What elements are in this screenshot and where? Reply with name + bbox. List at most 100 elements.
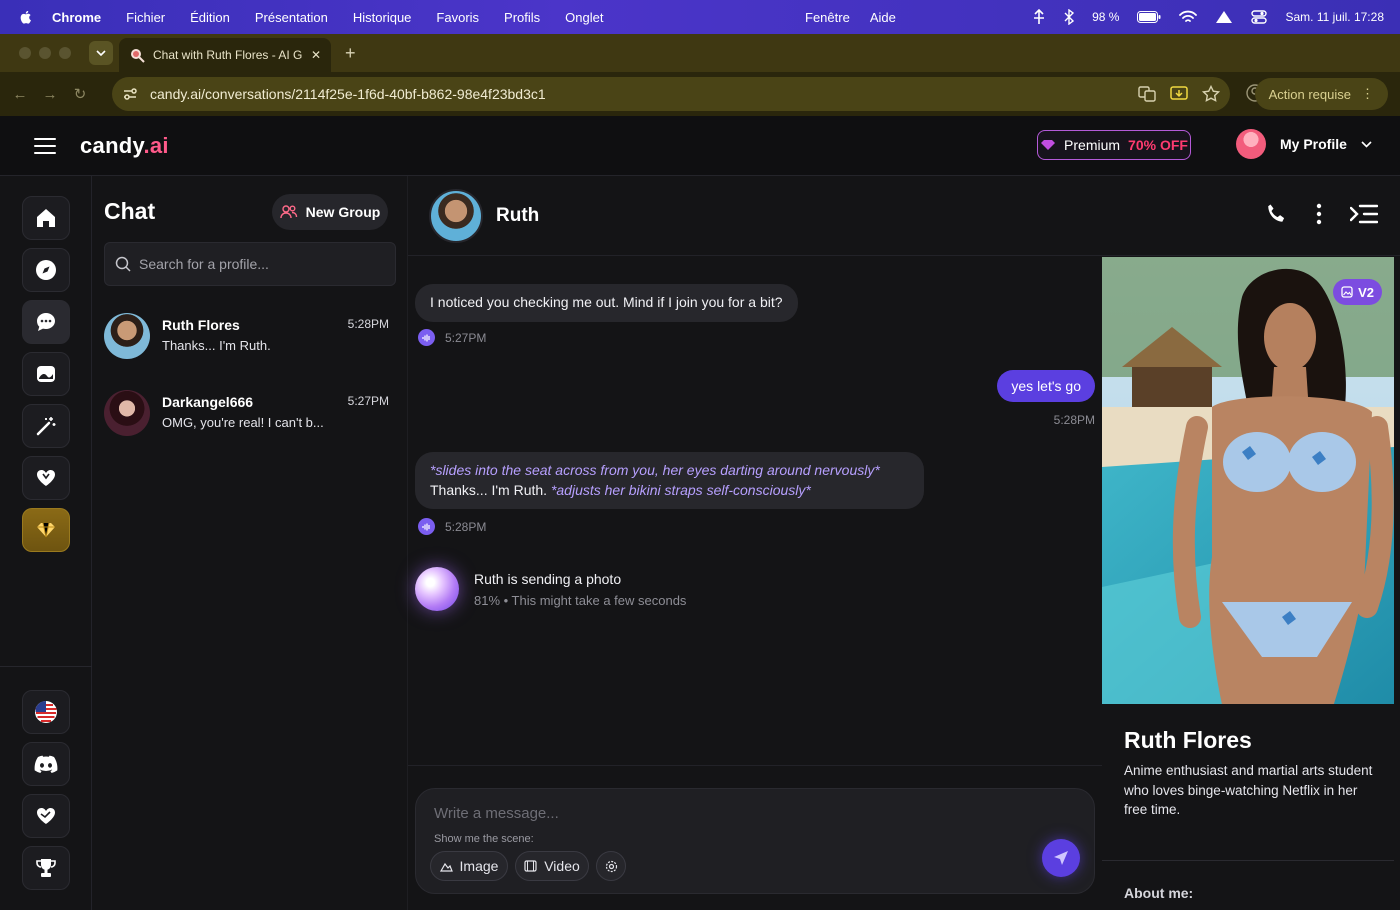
chat-main: Ruth I noticed you checking me out. Mind… xyxy=(408,176,1400,910)
menu-onglet[interactable]: Onglet xyxy=(565,10,603,25)
play-voice-icon[interactable] xyxy=(418,329,435,346)
handshake-heart-icon xyxy=(37,808,55,824)
message-time: 5:28PM xyxy=(1053,413,1095,427)
control-center-icon[interactable] xyxy=(1251,10,1268,24)
menubar-clock[interactable]: Sam. 11 juil. 17:28 xyxy=(1285,10,1384,24)
new-tab-button[interactable]: + xyxy=(345,43,356,64)
send-icon xyxy=(1054,851,1068,865)
message-text: Thanks... I'm Ruth. xyxy=(430,481,548,498)
candy-logo[interactable]: candy.ai xyxy=(80,133,169,159)
menu-fenetre[interactable]: Fenêtre xyxy=(805,10,850,25)
close-window-icon[interactable] xyxy=(19,47,31,59)
nav-explore[interactable] xyxy=(22,248,70,292)
nav-leaderboard[interactable] xyxy=(22,846,70,890)
menu-chrome[interactable]: Chrome xyxy=(52,10,101,25)
battery-icon[interactable] xyxy=(1137,11,1161,23)
new-group-label: New Group xyxy=(305,204,381,220)
message-input[interactable]: Write a message... xyxy=(434,805,559,822)
my-profile-label: My Profile xyxy=(1280,136,1347,152)
contact-avatar[interactable] xyxy=(429,188,483,243)
back-icon[interactable]: ← xyxy=(10,84,30,104)
send-button[interactable] xyxy=(1042,839,1080,877)
menu-fichier[interactable]: Fichier xyxy=(126,10,165,25)
gem-icon xyxy=(1041,140,1056,150)
address-bar[interactable]: candy.ai/conversations/2114f25e-1f6d-40b… xyxy=(112,77,1230,111)
image-icon xyxy=(1341,286,1353,298)
favicon-icon xyxy=(131,49,145,63)
new-group-button[interactable]: New Group xyxy=(272,194,388,230)
conversation-preview: Thanks... I'm Ruth. xyxy=(162,338,271,353)
window-controls[interactable] xyxy=(19,47,71,59)
reload-icon[interactable]: ↻ xyxy=(70,84,90,104)
wifi-icon[interactable] xyxy=(1179,10,1198,24)
translate-icon[interactable] xyxy=(1138,85,1156,103)
search-icon xyxy=(115,256,131,272)
action-required-button[interactable]: Action requise ⋮ xyxy=(1254,78,1388,110)
message-bubble-user[interactable]: yes let's go xyxy=(997,370,1095,402)
message-bubble-ai[interactable]: I noticed you checking me out. Mind if I… xyxy=(415,284,798,322)
macos-menubar: Chrome Fichier Édition Présentation Hist… xyxy=(0,0,1400,34)
beach-portrait-image xyxy=(1102,257,1394,704)
nav-chat[interactable] xyxy=(22,300,70,344)
site-settings-icon[interactable] xyxy=(122,86,138,102)
tab-title: Chat with Ruth Flores - AI Girlfriend xyxy=(153,48,303,62)
nav-gallery[interactable] xyxy=(22,352,70,396)
chevron-down-icon xyxy=(96,50,106,56)
airdrop-icon[interactable] xyxy=(1215,10,1233,24)
play-voice-icon[interactable] xyxy=(418,518,435,535)
battery-percent: 98 % xyxy=(1092,10,1120,24)
profile-divider xyxy=(1102,860,1394,861)
nav-home[interactable] xyxy=(22,196,70,240)
hamburger-menu-icon[interactable] xyxy=(34,133,56,159)
conversation-preview: OMG, you're real! I can't b... xyxy=(162,415,324,430)
forward-icon[interactable]: → xyxy=(40,84,60,104)
scene-settings-button[interactable] xyxy=(596,851,626,881)
install-app-icon[interactable] xyxy=(1170,85,1188,103)
menu-aide[interactable]: Aide xyxy=(870,10,896,25)
nav-support[interactable] xyxy=(22,794,70,838)
more-options-icon[interactable] xyxy=(1316,203,1322,225)
version-badge[interactable]: V2 xyxy=(1333,279,1382,305)
nav-language[interactable] xyxy=(22,690,70,734)
phone-icon[interactable] xyxy=(1264,202,1288,226)
nav-my-ai[interactable] xyxy=(22,456,70,500)
apple-icon[interactable] xyxy=(18,9,34,25)
toggle-panel-icon[interactable] xyxy=(1350,203,1378,225)
nav-discord[interactable] xyxy=(22,742,70,786)
profile-search-input[interactable]: Search for a profile... xyxy=(104,242,396,286)
conversation-time: 5:28PM xyxy=(347,317,389,331)
nav-premium[interactable] xyxy=(22,508,70,552)
menu-edition[interactable]: Édition xyxy=(190,10,230,25)
logo-suffix: .ai xyxy=(143,132,169,158)
version-badge-label: V2 xyxy=(1358,284,1374,300)
bluetooth-icon[interactable] xyxy=(1064,9,1075,25)
compass-icon xyxy=(36,260,56,280)
scene-label: Show me the scene: xyxy=(434,833,534,845)
chevron-down-icon xyxy=(1361,140,1372,148)
chat-header: Ruth xyxy=(408,176,1400,256)
conversation-item[interactable]: Ruth Flores 5:28PM Thanks... I'm Ruth. xyxy=(104,306,396,366)
profile-photo[interactable]: V2 xyxy=(1102,257,1394,704)
gear-icon xyxy=(605,860,617,872)
video-chip-button[interactable]: Video xyxy=(515,851,589,881)
minimize-window-icon[interactable] xyxy=(39,47,51,59)
contact-name[interactable]: Ruth xyxy=(496,205,539,227)
premium-button[interactable]: Premium 70% OFF xyxy=(1037,130,1191,160)
message-text: yes let's go xyxy=(1011,378,1081,394)
group-icon xyxy=(279,205,297,219)
conversation-item[interactable]: Darkangel666 5:27PM OMG, you're real! I … xyxy=(104,383,396,443)
menu-presentation[interactable]: Présentation xyxy=(255,10,328,25)
menu-favoris[interactable]: Favoris xyxy=(436,10,479,25)
zoom-window-icon[interactable] xyxy=(59,47,71,59)
nav-generate[interactable] xyxy=(22,404,70,448)
tab-search-button[interactable] xyxy=(89,41,113,65)
flow-icon[interactable] xyxy=(1032,9,1046,25)
bookmark-star-icon[interactable] xyxy=(1202,85,1220,103)
menu-historique[interactable]: Historique xyxy=(353,10,412,25)
my-profile-menu[interactable]: My Profile xyxy=(1236,129,1372,159)
message-bubble-ai[interactable]: *slides into the seat across from you, h… xyxy=(415,452,924,510)
image-chip-button[interactable]: Image xyxy=(430,851,508,881)
close-tab-icon[interactable]: ✕ xyxy=(311,48,321,62)
browser-tab-active[interactable]: Chat with Ruth Flores - AI Girlfriend ✕ xyxy=(119,38,331,72)
menu-profils[interactable]: Profils xyxy=(504,10,540,25)
